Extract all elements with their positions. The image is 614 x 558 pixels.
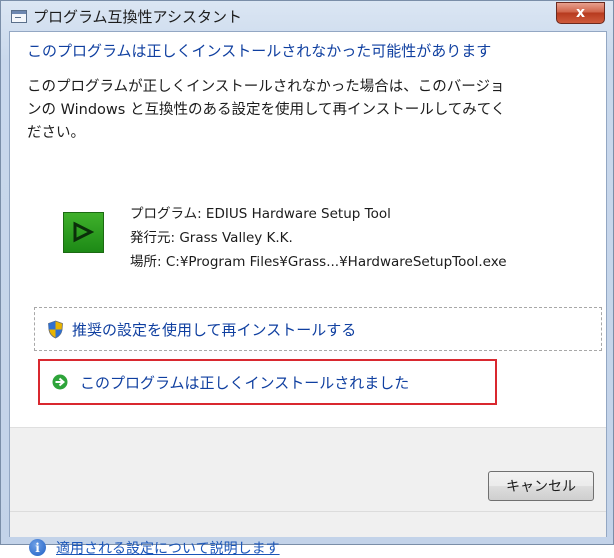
info-icon: i bbox=[29, 539, 46, 556]
dialog-content: このプログラムは正しくインストールされなかった可能性があります このプログラムが… bbox=[9, 31, 607, 557]
play-icon bbox=[63, 212, 104, 253]
description-line: ださい。 bbox=[27, 125, 85, 141]
reinstall-recommended-label: 推奨の設定を使用して再インストールする bbox=[72, 320, 357, 339]
description-line: このプログラムが正しくインストールされなかった場合は、このバージョ bbox=[27, 79, 505, 95]
description-text: このプログラムが正しくインストールされなかった場合は、このバージョ ンの Win… bbox=[27, 76, 595, 145]
program-publisher: 発行元: Grass Valley K.K. bbox=[130, 230, 293, 246]
button-bar: キャンセル i 適用される設定について説明します bbox=[10, 427, 606, 557]
window-title: プログラム互換性アシスタント bbox=[33, 8, 242, 26]
close-button[interactable]: x bbox=[556, 2, 605, 24]
program-name: プログラム: EDIUS Hardware Setup Tool bbox=[130, 206, 391, 222]
installed-correctly-option[interactable]: このプログラムは正しくインストールされました bbox=[38, 359, 497, 405]
window-app-icon bbox=[11, 10, 27, 23]
help-link[interactable]: 適用される設定について説明します bbox=[56, 538, 280, 558]
green-arrow-icon bbox=[52, 374, 68, 390]
program-location: 場所: C:¥Program Files¥Grass...¥HardwareSe… bbox=[130, 254, 507, 270]
program-info: プログラム: EDIUS Hardware Setup Tool 発行元: Gr… bbox=[130, 202, 507, 274]
main-heading: このプログラムは正しくインストールされなかった可能性があります bbox=[27, 42, 492, 60]
title-bar: プログラム互換性アシスタント x bbox=[1, 1, 613, 31]
uac-shield-icon bbox=[48, 320, 63, 338]
reinstall-recommended-option[interactable]: 推奨の設定を使用して再インストールする bbox=[34, 307, 602, 351]
installed-correctly-label: このプログラムは正しくインストールされました bbox=[80, 373, 410, 392]
compatibility-assistant-window: プログラム互換性アシスタント x このプログラムは正しくインストールされなかった… bbox=[0, 0, 614, 557]
cancel-button[interactable]: キャンセル bbox=[488, 471, 594, 501]
description-line: ンの Windows と互換性のある設定を使用して再インストールしてみてく bbox=[27, 102, 506, 118]
footer-divider bbox=[10, 511, 606, 512]
